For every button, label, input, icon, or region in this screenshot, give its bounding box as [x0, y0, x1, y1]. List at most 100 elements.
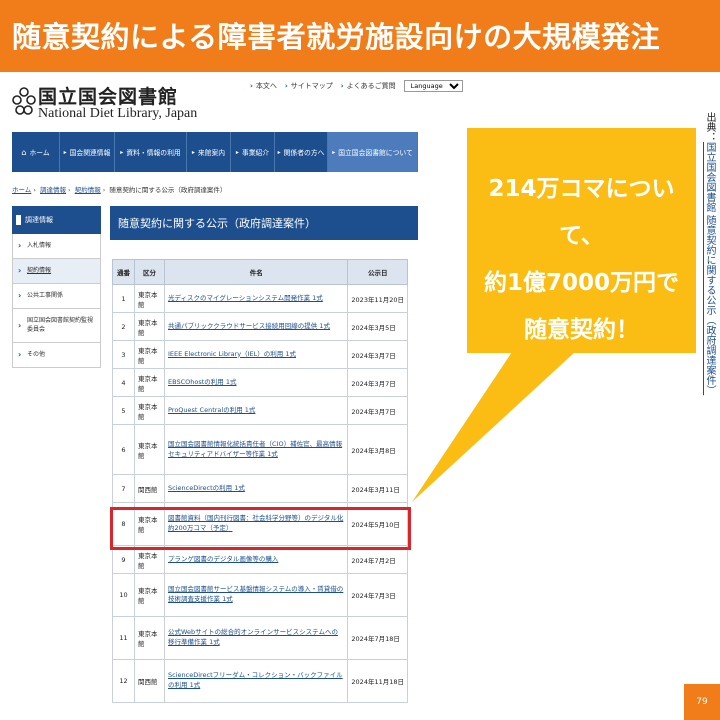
row-number-cell: 3	[112, 340, 135, 369]
breadcrumb-procurement[interactable]: 調達情報	[40, 186, 66, 194]
row-title-link[interactable]: IEEE Electronic Library（IEL）の利用 1式	[168, 350, 296, 358]
row-title-link[interactable]: 共通パブリッククラウドサービス接続用回線の提供 1式	[168, 322, 330, 330]
breadcrumb-contracts[interactable]: 契約情報	[75, 186, 101, 194]
language-select[interactable]: Language	[403, 80, 463, 92]
utility-links: 本文へ サイトマップ よくあるご質問 Language	[250, 80, 463, 92]
breadcrumb-home[interactable]: ホーム	[12, 186, 31, 194]
nav-visit[interactable]: 来館案内	[187, 132, 231, 172]
callout-text: 214万コマについて、 約1億7000万円で 随意契約！	[467, 166, 696, 354]
row-department-cell: 関西館	[134, 474, 165, 503]
highlight-box-row-8	[110, 507, 411, 550]
nav-home[interactable]: ホーム	[12, 132, 60, 172]
sidebar-item-label: 国立国会図書館契約監視委員会	[27, 317, 94, 333]
logo-japanese: 国立国会図書館	[38, 86, 179, 108]
col-title: 件名	[163, 259, 349, 285]
nav-materials[interactable]: 資料・情報の利用	[115, 132, 187, 172]
row-title-cell: 共通パブリッククラウドサービス接続用回線の提供 1式	[163, 312, 349, 341]
sidebar-item-label: 入札情報	[27, 241, 52, 249]
slide-title-bar: 随意契約による障害者就労施設向けの大規模発注	[0, 0, 720, 72]
row-date-cell: 2023年11月20日	[347, 284, 408, 313]
logo-english: National Diet Library, Japan	[38, 106, 198, 121]
row-number-cell: 6	[112, 424, 135, 475]
row-title-link[interactable]: 光ディスクのマイグレーションシステム開発作業 1式	[168, 294, 323, 302]
ndl-logo-icon	[12, 87, 36, 115]
row-title-cell: ScienceDirectフリーダム・コレクション・バックファイルの利用 1式	[163, 659, 349, 703]
skip-to-content-link[interactable]: 本文へ	[250, 81, 277, 91]
source-link[interactable]: 国立国会図書館 随意契約に関する公示（政府調達案件）	[704, 142, 715, 395]
row-title-cell: 国立国会図書館情報化統括責任者（CIO）補佐官、最高情報セキュリティアドバイザー…	[163, 424, 349, 475]
row-department-cell: 東京本館	[134, 396, 165, 425]
row-title-cell: 光ディスクのマイグレーションシステム開発作業 1式	[163, 284, 349, 313]
table-row: 6 東京本館 国立国会図書館情報化統括責任者（CIO）補佐官、最高情報セキュリティア…	[112, 424, 408, 475]
nav-stakeholders[interactable]: 関係者の方へ	[275, 132, 328, 172]
breadcrumb-current: 随意契約に関する公示（政府調達案件）	[109, 186, 227, 194]
source-label: 出典：	[704, 112, 715, 142]
col-department: 区分	[134, 259, 165, 285]
main-heading: 随意契約に関する公示（政府調達案件）	[110, 206, 418, 240]
row-title-link[interactable]: 公式Webサイトの総合的オンラインサービスシステムへの移行準備作業 1式	[168, 628, 338, 646]
sidebar-heading[interactable]: 調達情報	[12, 206, 101, 234]
contract-table: 通番 区分 件名 公示日 1 東京本館 光ディスクのマイグレーションシステム開発作業…	[112, 259, 408, 703]
row-title-link[interactable]: 国立国会図書館サービス基盤情報システムの導入・賃貸借の技術調査支援作業 1式	[168, 585, 343, 603]
row-number-cell: 1	[112, 284, 135, 313]
row-department-cell: 東京本館	[134, 340, 165, 369]
page-number: 79	[684, 684, 720, 720]
row-date-cell: 2024年3月8日	[347, 424, 408, 475]
row-number-cell: 12	[112, 659, 135, 703]
sidebar-item-contracts[interactable]: 契約情報	[12, 259, 101, 284]
sidebar-item-label: 公共工事関係	[27, 291, 64, 299]
sitemap-link[interactable]: サイトマップ	[285, 81, 333, 91]
row-number-cell: 2	[112, 312, 135, 341]
row-date-cell: 2024年3月7日	[347, 368, 408, 397]
row-number-cell: 10	[112, 573, 135, 617]
row-department-cell: 東京本館	[134, 368, 165, 397]
row-date-cell: 2024年3月5日	[347, 312, 408, 341]
row-number-cell: 4	[112, 368, 135, 397]
row-number-cell: 7	[112, 474, 135, 503]
row-department-cell: 東京本館	[134, 312, 165, 341]
slide-title: 随意契約による障害者就労施設向けの大規模発注	[12, 20, 661, 54]
nav-projects[interactable]: 事業紹介	[231, 132, 275, 172]
table-row: 7 関西館 ScienceDirectの利用 1式 2024年3月11日	[112, 474, 408, 503]
row-title-link[interactable]: ProQuest Centralの利用 1式	[168, 406, 255, 414]
row-date-cell: 2024年3月7日	[347, 340, 408, 369]
row-title-link[interactable]: 国立国会図書館情報化統括責任者（CIO）補佐官、最高情報セキュリティアドバイザー…	[168, 440, 342, 458]
table-row: 10 東京本館 国立国会図書館サービス基盤情報システムの導入・賃貸借の技術調査支援作…	[112, 573, 408, 617]
table-row: 2 東京本館 共通パブリッククラウドサービス接続用回線の提供 1式 2024年3月5日	[112, 312, 408, 341]
row-title-link[interactable]: EBSCOhostの利用 1式	[168, 378, 236, 386]
sidebar: 調達情報 入札情報 契約情報 公共工事関係 国立国会図書館契約監視委員会 その他	[12, 206, 101, 368]
row-number-cell: 5	[112, 396, 135, 425]
sidebar-item-other[interactable]: その他	[12, 343, 101, 368]
row-title-cell: ScienceDirectの利用 1式	[163, 474, 349, 503]
row-title-cell: EBSCOhostの利用 1式	[163, 368, 349, 397]
source-citation: 出典：国立国会図書館 随意契約に関する公示（政府調達案件）	[700, 112, 716, 395]
table-row: 5 東京本館 ProQuest Centralの利用 1式 2024年3月7日	[112, 396, 408, 425]
col-number: 通番	[112, 259, 135, 285]
row-date-cell: 2024年3月11日	[347, 474, 408, 503]
row-department-cell: 東京本館	[134, 424, 165, 475]
row-title-cell: IEEE Electronic Library（IEL）の利用 1式	[163, 340, 349, 369]
sidebar-item-committee[interactable]: 国立国会図書館契約監視委員会	[12, 309, 101, 343]
breadcrumb: ホーム › 調達情報 › 契約情報 › 随意契約に関する公示（政府調達案件）	[12, 186, 227, 194]
sidebar-item-label: 契約情報	[27, 266, 52, 274]
callout-line: 随意契約！	[524, 317, 639, 343]
row-title-cell: ProQuest Centralの利用 1式	[163, 396, 349, 425]
callout-line: 約1億7000万円で	[483, 270, 680, 296]
table-row: 11 東京本館 公式Webサイトの総合的オンラインサービスシステムへの移行準備作業 …	[112, 616, 408, 660]
row-date-cell: 2024年7月18日	[347, 616, 408, 660]
nav-about[interactable]: 国立国会図書館について	[328, 132, 418, 172]
faq-link[interactable]: よくあるご質問	[341, 81, 396, 91]
row-title-link[interactable]: プランゲ図書のデジタル画像等の購入	[168, 555, 278, 563]
row-department-cell: 東京本館	[134, 284, 165, 313]
row-title-link[interactable]: ScienceDirectの利用 1式	[168, 484, 245, 492]
row-title-cell: 公式Webサイトの総合的オンラインサービスシステムへの移行準備作業 1式	[163, 616, 349, 660]
col-date: 公示日	[347, 259, 408, 285]
row-title-link[interactable]: ScienceDirectフリーダム・コレクション・バックファイルの利用 1式	[168, 671, 343, 689]
sidebar-item-bids[interactable]: 入札情報	[12, 234, 101, 259]
website-screenshot: 国立国会図書館 National Diet Library, Japan 本文へ…	[0, 72, 720, 720]
row-date-cell: 2024年7月3日	[347, 573, 408, 617]
nav-diet-info[interactable]: 国会関連情報	[60, 132, 115, 172]
site-logo[interactable]: 国立国会図書館 National Diet Library, Japan	[12, 82, 212, 122]
sidebar-item-public-works[interactable]: 公共工事関係	[12, 284, 101, 309]
row-date-cell: 2024年3月7日	[347, 396, 408, 425]
